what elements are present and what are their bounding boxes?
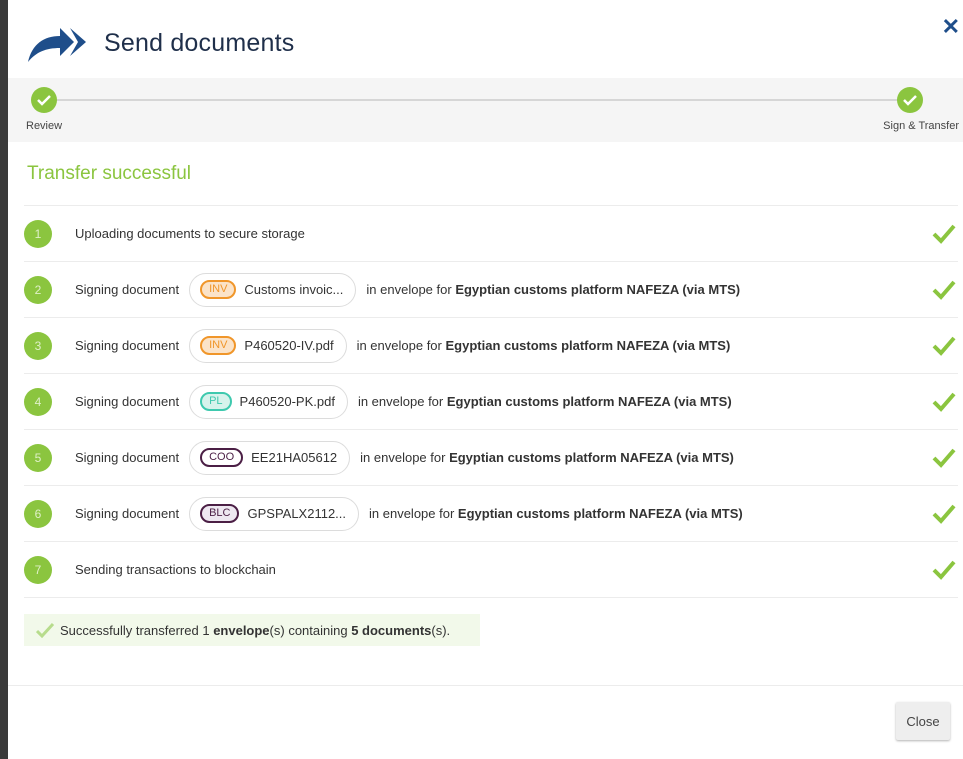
document-chip[interactable]: PL P460520-PK.pdf [189,384,348,419]
envelope-pre: in envelope for [357,394,447,409]
footer-divider [8,685,963,686]
doc-type-tag: BLC [200,504,240,523]
step-number: 1 [24,219,52,248]
progress-stepper: Review Sign & Transfer [8,78,963,142]
doc-name: GPSPALX2112... [247,506,347,521]
doc-type-tag: INV [200,336,237,355]
step-number: 5 [24,443,52,472]
modal-title: Send documents [104,29,295,57]
step-label-sign-transfer: Sign & Transfer [883,120,959,132]
step-prefix: Signing document [75,506,180,521]
success-docs: 5 documents [351,622,432,638]
doc-name: EE21HA05612 [251,450,338,465]
step-number: 6 [24,499,52,528]
check-icon [932,224,956,244]
step-prefix: Signing document [75,338,180,353]
list-item: 5 Signing document COO EE21HA05612 in en… [24,429,958,485]
step-number: 3 [24,331,52,360]
transfer-steps-list: 1 Uploading documents to secure storage … [24,205,958,598]
doc-type-tag: INV [200,280,237,299]
step-prefix: Signing document [75,282,180,297]
forward-arrows-logo [28,28,86,62]
section-title: Transfer successful [27,163,192,184]
document-chip[interactable]: COO EE21HA05612 [189,440,351,475]
check-icon [932,504,956,524]
check-icon [932,448,956,468]
list-item: 1 Uploading documents to secure storage [24,205,958,261]
check-icon [932,336,956,356]
send-documents-modal: Send documents ✕ Review Sign & Transfer … [8,0,963,759]
success-envelope: envelope [213,622,270,638]
step-prefix: Signing document [75,450,180,465]
close-icon[interactable]: ✕ [942,16,960,38]
list-item: 3 Signing document INV P460520-IV.pdf in… [24,317,958,373]
step-sign-transfer-check-icon [897,87,923,113]
step-prefix: Signing document [75,394,180,409]
success-pre: Successfully transferred 1 [60,622,214,638]
step-label-review: Review [26,120,63,132]
doc-name: P460520-IV.pdf [244,338,334,353]
success-post: (s). [431,622,451,638]
envelope-pre: in envelope for [360,450,450,465]
check-icon [932,392,956,412]
close-button[interactable]: Close [896,702,950,740]
step-review-check-icon [31,87,57,113]
list-item: 6 Signing document BLC GPSPALX2112... in… [24,485,958,541]
envelope-target: Egyptian customs platform NAFEZA (via MT… [457,506,743,521]
step-number: 7 [24,555,52,584]
envelope-target: Egyptian customs platform NAFEZA (via MT… [445,338,731,353]
document-chip[interactable]: INV P460520-IV.pdf [189,328,347,363]
doc-type-tag: PL [200,392,232,411]
doc-name: P460520-PK.pdf [239,394,335,409]
envelope-target: Egyptian customs platform NAFEZA (via MT… [446,394,732,409]
envelope-pre: in envelope for [369,506,458,521]
step-text: Uploading documents to secure storage [75,226,305,241]
document-chip[interactable]: BLC GPSPALX2112... [189,496,360,531]
doc-type-tag: COO [200,448,244,467]
list-item: 4 Signing document PL P460520-PK.pdf in … [24,373,958,429]
envelope-pre: in envelope for [356,338,446,353]
envelope-pre: in envelope for [366,282,456,297]
list-item: 7 Sending transactions to blockchain [24,541,958,598]
doc-name: Customs invoic... [244,282,344,297]
list-item: 2 Signing document INV Customs invoic...… [24,261,958,317]
step-number: 4 [24,387,52,416]
document-chip[interactable]: INV Customs invoic... [189,272,357,307]
step-number: 2 [24,275,52,304]
success-message: Successfully transferred 1 envelope (s) c… [24,614,480,646]
modal-header: Send documents ✕ [8,0,963,78]
envelope-target: Egyptian customs platform NAFEZA (via MT… [449,450,734,465]
check-icon [932,560,956,580]
step-text: Sending transactions to blockchain [75,562,276,577]
check-icon [932,280,956,300]
success-mid: (s) containing [269,622,352,638]
stepper-line [44,99,919,101]
check-icon [36,622,54,638]
envelope-target: Egyptian customs platform NAFEZA (via MT… [455,282,741,297]
